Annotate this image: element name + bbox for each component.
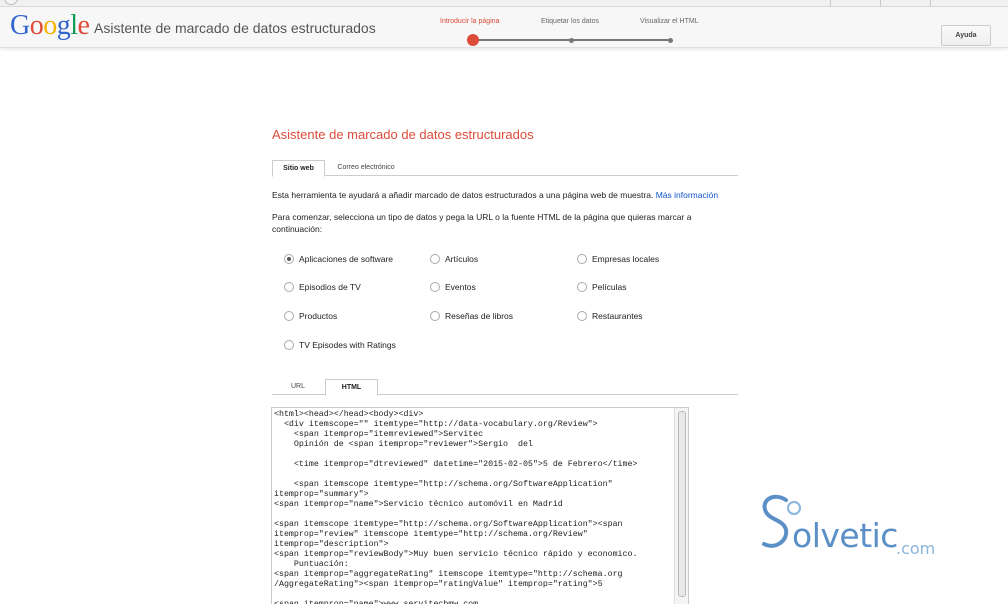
channel-tabs: Sitio web Correo electrónico [272, 160, 738, 177]
radio-button[interactable] [577, 311, 587, 321]
instruction-line: continuación: [272, 224, 323, 234]
source-tabs: URL HTML [272, 379, 738, 396]
tab-html[interactable]: HTML [325, 379, 378, 396]
more-info-link[interactable]: Más información [656, 190, 718, 200]
radio-button[interactable] [577, 282, 587, 292]
intro-sentence: Esta herramienta te ayudará a añadir mar… [272, 190, 654, 200]
data-type-option[interactable]: Restaurantes [577, 309, 643, 323]
data-type-label: Eventos [445, 282, 476, 292]
step-label: Visualizar el HTML [640, 18, 699, 25]
intro-text: Esta herramienta te ayudará a añadir mar… [272, 189, 718, 201]
html-source-code: <html><head></head><body><div> <div item… [274, 410, 638, 604]
instruction-text: Para comenzar, selecciona un tipo de dat… [272, 211, 742, 235]
data-type-option[interactable]: Empresas locales [577, 252, 659, 266]
data-type-option[interactable]: Artículos [430, 252, 478, 266]
tab-url[interactable]: URL [278, 379, 318, 395]
tab-correo-electronico[interactable]: Correo electrónico [328, 160, 404, 176]
data-type-option[interactable]: Reseñas de libros [430, 309, 513, 323]
watermark-suffix: .com [896, 539, 936, 558]
browser-button-icon[interactable] [4, 0, 18, 5]
data-type-option[interactable]: TV Episodes with Ratings [284, 338, 396, 352]
radio-button[interactable] [284, 282, 294, 292]
data-type-option[interactable]: Productos [284, 309, 337, 323]
step-marker [667, 37, 673, 43]
radio-button[interactable] [430, 282, 440, 292]
radio-button[interactable] [577, 254, 587, 264]
step-marker [568, 37, 574, 43]
data-type-label: Películas [592, 282, 627, 292]
instruction-line: Para comenzar, selecciona un tipo de dat… [272, 212, 692, 222]
radio-button[interactable] [284, 254, 294, 264]
radio-button[interactable] [284, 311, 294, 321]
help-button[interactable]: Ayuda [941, 25, 991, 46]
toolbar-separator [880, 0, 881, 7]
data-type-label: Episodios de TV [299, 282, 361, 292]
page-title: Asistente de marcado de datos estructura… [272, 127, 534, 142]
browser-top-strip [0, 0, 1008, 7]
logo-letter: g [56, 10, 71, 41]
logo-letter: l [70, 10, 78, 41]
data-type-label: Artículos [445, 254, 479, 264]
tab-sitio-web[interactable]: Sitio web [272, 160, 325, 177]
data-type-label: TV Episodes with Ratings [299, 340, 396, 350]
toolbar-separator [930, 0, 931, 7]
google-logo[interactable]: Google [10, 10, 90, 41]
logo-letter: G [10, 10, 30, 41]
data-type-label: Aplicaciones de software [299, 254, 394, 264]
data-type-option[interactable]: Eventos [430, 280, 476, 294]
toolbar-separator [830, 0, 831, 7]
solvetic-watermark: olvetic .com [752, 490, 942, 560]
radio-button[interactable] [430, 311, 440, 321]
logo-letter: e [77, 10, 90, 41]
step-label: Introducir la página [440, 18, 500, 25]
data-type-label: Empresas locales [592, 254, 660, 264]
radio-button[interactable] [430, 254, 440, 264]
data-type-label: Productos [299, 311, 338, 321]
data-type-option[interactable]: Películas [577, 280, 627, 294]
logo-letter: o [29, 10, 44, 41]
data-type-option[interactable]: Episodios de TV [284, 280, 361, 294]
step-label: Etiquetar los datos [541, 18, 599, 25]
code-scrollbar[interactable] [674, 408, 688, 604]
data-type-label: Reseñas de libros [445, 311, 514, 321]
progress-stepper: Introducir la página Etiquetar los datos V… [430, 14, 720, 48]
logo-letter: o [43, 10, 57, 41]
html-source-textarea[interactable]: <html><head></head><body><div> <div item… [271, 407, 689, 604]
data-type-label: Restaurantes [592, 311, 643, 321]
step-marker [467, 34, 479, 46]
app-header: Google Asistente de marcado de datos est… [0, 7, 1008, 48]
code-scrollbar-thumb[interactable] [678, 411, 686, 597]
app-title: Asistente de marcado de datos estructura… [94, 20, 376, 36]
data-type-option[interactable]: Aplicaciones de software [284, 252, 393, 266]
radio-button[interactable] [284, 340, 294, 350]
watermark-word: olvetic [792, 516, 898, 555]
